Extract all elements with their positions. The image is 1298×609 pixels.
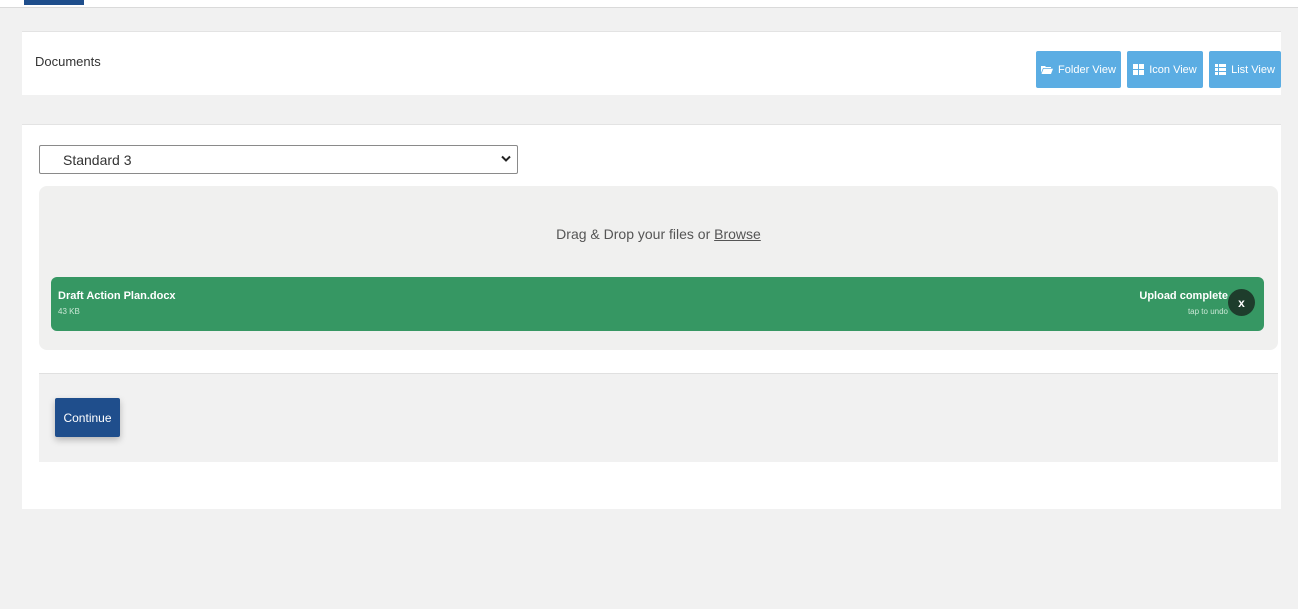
browse-link[interactable]: Browse [714, 226, 761, 242]
icon-view-label: Icon View [1149, 63, 1197, 76]
chevron-down-icon [501, 155, 511, 162]
list-icon [1215, 64, 1227, 75]
top-nav-strip [0, 0, 1298, 8]
file-dropzone[interactable]: Drag & Drop your files or Browse Draft A… [39, 186, 1278, 350]
uploaded-file-item: Draft Action Plan.docx 43 KB Upload comp… [51, 277, 1264, 331]
icon-view-button[interactable]: Icon View [1127, 51, 1203, 88]
standard-select-value: Standard 3 [63, 152, 132, 168]
page-title: Documents [35, 54, 101, 69]
form-actions: Continue [39, 373, 1278, 462]
dropzone-text: Drag & Drop your files or [556, 226, 711, 242]
folder-view-button[interactable]: Folder View [1036, 51, 1121, 88]
standard-select[interactable]: Standard 3 [39, 145, 518, 174]
folder-view-label: Folder View [1058, 63, 1116, 76]
list-view-button[interactable]: List View [1209, 51, 1281, 88]
standard-select-box[interactable]: Standard 3 [39, 145, 518, 174]
active-tab-indicator [24, 0, 84, 5]
upload-panel: Standard 3 Drag & Drop your files or Bro… [22, 124, 1281, 509]
file-size: 43 KB [58, 307, 80, 316]
documents-header: Documents Folder View Icon View List Vie… [22, 31, 1281, 95]
file-name: Draft Action Plan.docx [58, 290, 176, 302]
undo-hint[interactable]: tap to undo [1188, 307, 1228, 316]
folder-open-icon [1041, 66, 1054, 74]
dropzone-label: Drag & Drop your files or Browse [39, 226, 1278, 242]
grid-icon [1133, 64, 1145, 75]
remove-file-button[interactable]: x [1228, 289, 1255, 316]
list-view-label: List View [1231, 63, 1275, 76]
upload-status: Upload complete [1139, 290, 1228, 302]
close-icon: x [1238, 295, 1245, 310]
continue-button[interactable]: Continue [55, 398, 120, 437]
